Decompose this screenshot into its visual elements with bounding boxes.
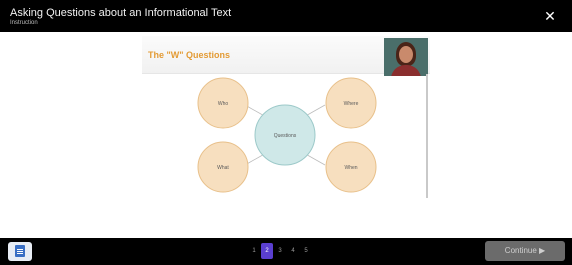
document-list-icon [15, 245, 25, 257]
node-who-label: Who [218, 101, 229, 107]
page-button-5[interactable]: 5 [300, 243, 312, 259]
slide: The "W" Questions Who Where What When Qu… [142, 36, 430, 198]
node-what: What [197, 141, 249, 193]
node-center: Questions [254, 104, 316, 166]
header-bar: Asking Questions about an Informational … [0, 0, 572, 32]
node-where: Where [325, 77, 377, 129]
node-who: Who [197, 77, 249, 129]
continue-button[interactable]: Continue ▶ [485, 241, 565, 261]
node-when: When [325, 141, 377, 193]
page-button-4[interactable]: 4 [287, 243, 299, 259]
lesson-subtitle: Instruction [10, 20, 38, 26]
page-button-1[interactable]: 1 [248, 243, 260, 259]
node-where-label: Where [344, 101, 359, 107]
close-icon[interactable]: ✕ [543, 9, 557, 23]
footer-bar: 1 2 3 4 5 Continue ▶ [0, 238, 572, 265]
page-button-3[interactable]: 3 [274, 243, 286, 259]
node-what-label: What [217, 165, 229, 171]
w-questions-diagram: Who Where What When Questions [197, 77, 377, 193]
node-when-label: When [344, 165, 357, 171]
lesson-title: Asking Questions about an Informational … [10, 7, 232, 19]
node-center-label: Questions [274, 133, 297, 139]
content-stage: The "W" Questions Who Where What When Qu… [0, 32, 572, 238]
menu-button[interactable] [8, 242, 32, 261]
page-button-2[interactable]: 2 [261, 243, 273, 259]
